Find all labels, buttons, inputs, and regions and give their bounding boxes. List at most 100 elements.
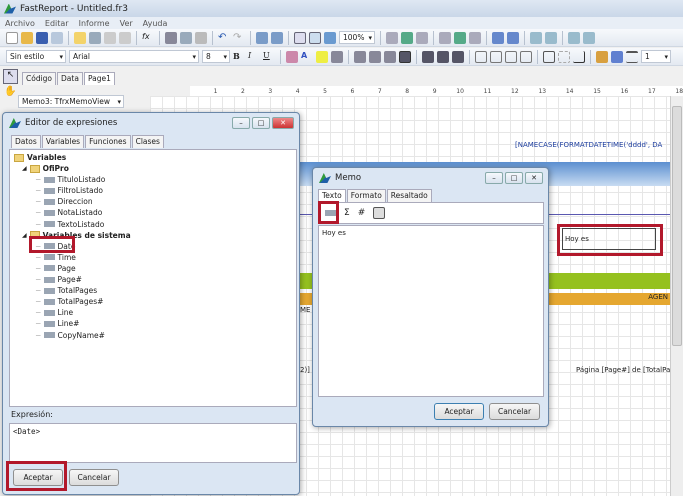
tree-item[interactable]: ─ Line <box>14 307 292 318</box>
frame-color-icon[interactable] <box>611 50 623 63</box>
align-middle-icon[interactable] <box>454 31 466 44</box>
function-icon[interactable]: fx <box>142 32 154 44</box>
menu-ayuda[interactable]: Ayuda <box>143 19 168 28</box>
group-icon[interactable] <box>256 31 268 44</box>
cut-icon[interactable] <box>165 31 177 44</box>
tab-clases[interactable]: Clases <box>131 135 164 148</box>
ungroup-icon[interactable] <box>271 31 283 44</box>
variables-tree[interactable]: Variables ◢ OfiPro ─ TituloListado ─ FiltroL… <box>9 149 297 407</box>
close-button[interactable]: ✕ <box>525 172 543 184</box>
center-horizontal-icon[interactable] <box>530 31 542 44</box>
italic-button[interactable]: I <box>248 51 260 63</box>
tab-datos[interactable]: Datos <box>11 135 41 148</box>
tab-data[interactable]: Data <box>57 72 83 85</box>
expression-input[interactable]: <Date> <box>9 423 297 463</box>
center-vertical-icon[interactable] <box>545 31 557 44</box>
tree-item[interactable]: ─ TituloListado <box>14 174 292 185</box>
align-top-icon[interactable] <box>439 31 451 44</box>
tree-item[interactable]: ─ FiltroListado <box>14 185 292 196</box>
menu-ver[interactable]: Ver <box>120 19 133 28</box>
tab-codigo[interactable]: Código <box>22 72 57 85</box>
page-settings-icon[interactable] <box>119 31 131 44</box>
valign-middle-icon[interactable] <box>437 50 449 63</box>
memo-text-area[interactable]: Hoy es <box>318 225 544 397</box>
menu-archivo[interactable]: Archivo <box>5 19 35 28</box>
style-select[interactable]: Sin estilo <box>6 50 66 63</box>
maximize-button[interactable]: □ <box>505 172 523 184</box>
font-size-select[interactable]: 8 <box>202 50 230 63</box>
bold-button[interactable]: B <box>233 51 245 63</box>
copy-icon[interactable] <box>180 31 192 44</box>
cancelar-button[interactable]: Cancelar <box>69 469 119 486</box>
font-settings-icon[interactable] <box>286 50 298 63</box>
select-tool-icon[interactable]: ↖ <box>3 69 18 84</box>
tree-item[interactable]: ─ TotalPages# <box>14 296 292 307</box>
highlight-icon[interactable] <box>316 50 328 63</box>
same-height-icon[interactable] <box>583 31 595 44</box>
new-dialog-icon[interactable] <box>89 31 101 44</box>
delete-page-icon[interactable] <box>104 31 116 44</box>
valign-top-icon[interactable] <box>422 50 434 63</box>
space-vertical-icon[interactable] <box>507 31 519 44</box>
close-button[interactable]: ✕ <box>272 117 294 129</box>
tab-page1[interactable]: Page1 <box>83 72 115 85</box>
minimize-button[interactable]: – <box>485 172 503 184</box>
vertical-scrollbar[interactable] <box>670 96 683 496</box>
frame-left-icon[interactable] <box>505 50 517 63</box>
word-wrap-icon[interactable] <box>373 207 386 219</box>
tab-resaltado[interactable]: Resaltado <box>386 189 432 202</box>
hand-tool-icon[interactable]: ✋ <box>4 86 16 97</box>
align-bottom-icon[interactable] <box>469 31 481 44</box>
text-align-center-icon[interactable] <box>369 50 381 63</box>
tree-item[interactable]: ─ Page# <box>14 274 292 285</box>
font-select[interactable]: Arial <box>69 50 199 63</box>
frame-width-select[interactable]: 1 <box>641 50 671 63</box>
same-width-icon[interactable] <box>568 31 580 44</box>
memo-cancelar-button[interactable]: Cancelar <box>489 403 540 420</box>
text-align-left-icon[interactable] <box>354 50 366 63</box>
tree-item[interactable]: ─ TotalPages <box>14 285 292 296</box>
tree-root[interactable]: Variables <box>14 152 292 163</box>
tab-variables[interactable]: Variables <box>41 135 85 148</box>
insert-aggregate-icon[interactable]: Σ <box>344 208 350 218</box>
object-selector[interactable]: Memo3: TfrxMemoView <box>18 95 124 108</box>
tab-funciones[interactable]: Funciones <box>85 135 131 148</box>
fill-color-icon[interactable] <box>596 50 608 63</box>
tree-group-ofipro[interactable]: ◢ OfiPro <box>14 163 292 174</box>
frame-style-icon[interactable] <box>626 50 638 63</box>
fit-grid-icon[interactable] <box>324 31 336 44</box>
menu-editar[interactable]: Editar <box>45 19 69 28</box>
frame-right-icon[interactable] <box>520 50 532 63</box>
insert-format-icon[interactable]: # <box>358 208 366 218</box>
rotation-icon[interactable] <box>331 50 343 63</box>
align-center-icon[interactable] <box>401 31 413 44</box>
frame-top-icon[interactable] <box>475 50 487 63</box>
undo-icon[interactable]: ↶ <box>218 32 230 44</box>
date-expression-memo[interactable]: [NAMECASE(FORMATDATETIME('dddd', DA <box>515 141 662 149</box>
tree-item[interactable]: ─ Time <box>14 252 292 263</box>
tree-item[interactable]: ─ TextoListado <box>14 219 292 230</box>
redo-icon[interactable]: ↷ <box>233 32 245 44</box>
maximize-button[interactable]: □ <box>252 117 270 129</box>
tree-item[interactable]: ─ NotaListado <box>14 207 292 218</box>
frame-all-icon[interactable] <box>543 50 555 63</box>
paste-icon[interactable] <box>195 31 207 44</box>
new-page-icon[interactable] <box>74 31 86 44</box>
new-icon[interactable] <box>6 31 18 44</box>
preview-icon[interactable] <box>51 31 63 44</box>
align-left-icon[interactable] <box>386 31 398 44</box>
grid-icon[interactable] <box>294 31 306 44</box>
zoom-select[interactable]: 100% <box>339 31 375 44</box>
tree-item[interactable]: ─ Line# <box>14 318 292 329</box>
valign-bottom-icon[interactable] <box>452 50 464 63</box>
open-icon[interactable] <box>21 31 33 44</box>
tab-formato[interactable]: Formato <box>346 189 386 202</box>
space-horizontal-icon[interactable] <box>492 31 504 44</box>
text-align-right-icon[interactable] <box>384 50 396 63</box>
memo-aceptar-button[interactable]: Aceptar <box>434 403 484 420</box>
tree-item[interactable]: ─ Direccion <box>14 196 292 207</box>
tree-item[interactable]: ─ Page <box>14 263 292 274</box>
save-icon[interactable] <box>36 31 48 44</box>
frame-none-icon[interactable] <box>558 50 570 63</box>
frame-bottom-icon[interactable] <box>490 50 502 63</box>
